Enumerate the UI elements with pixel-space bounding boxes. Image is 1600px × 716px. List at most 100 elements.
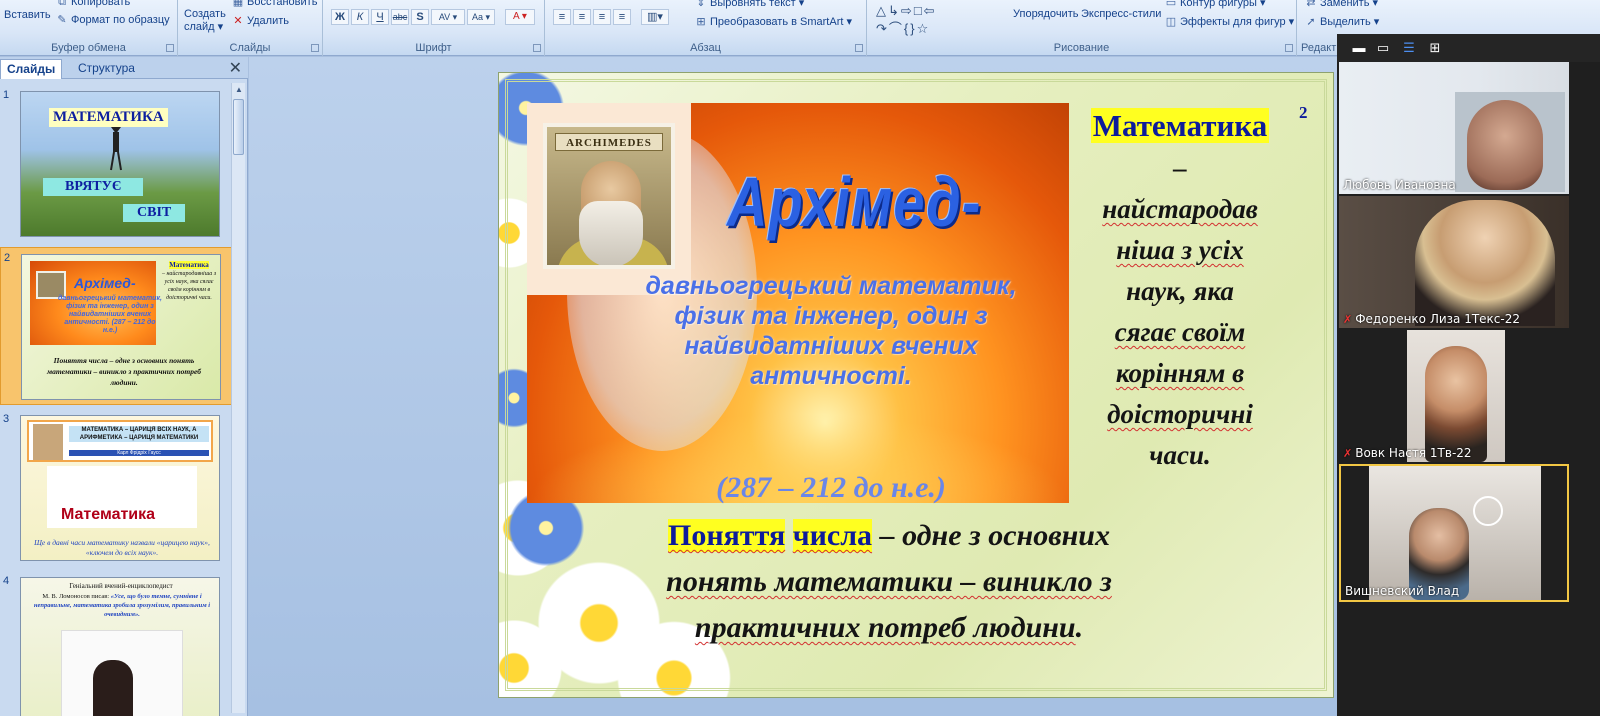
slides-pane: Слайды Структура ✕ 1 МАТЕМАТИКА ВРЯТУЄ С… — [0, 57, 248, 716]
archimedes-portrait: ARCHIMEDES — [543, 123, 675, 269]
clipboard-group: Вставить ⧉ Копировать ✎ Формат по образцу … — [0, 0, 178, 56]
concept-line: – одне з основних — [872, 519, 1110, 552]
align-text-button[interactable]: ⇕ Выровнять текст ▾ — [695, 0, 804, 9]
slide-number: 3 — [3, 413, 10, 425]
square-shape-icon[interactable]: □ — [914, 3, 924, 18]
definition-line: ніша з усіх — [1116, 235, 1244, 265]
restore-button[interactable]: ▦ Восстановить — [232, 0, 318, 8]
current-slide[interactable]: ARCHIMEDES Архімед- давньогрецький матем… — [498, 72, 1334, 698]
participant-tile-active[interactable]: Вишневский Влад — [1339, 464, 1569, 602]
shape-outline-button[interactable]: ▭ Контур фигуры ▾ — [1165, 0, 1266, 9]
pane-tabs: Слайды Структура ✕ — [0, 57, 248, 79]
triangle-shape-icon[interactable]: △ — [876, 3, 888, 18]
slide-thumbnail-2[interactable]: 2 Архімед- давньогрецький математик, фіз… — [0, 247, 232, 405]
italic-button[interactable]: К — [351, 9, 369, 25]
shapes-gallery[interactable]: △↳⇨□⇦ ↷⌒{}☆ — [876, 2, 1006, 38]
participant-video — [1415, 200, 1555, 326]
participant-name-text: Вовк Настя 1Тв-22 — [1355, 446, 1472, 460]
star-icon[interactable]: ☆ — [917, 21, 931, 36]
delete-button[interactable]: ✕ Удалить — [232, 15, 289, 27]
paragraph-group-label: Абзац — [690, 42, 721, 54]
format-painter-button[interactable]: ✎ Формат по образцу — [56, 14, 169, 26]
select-button[interactable]: ➚ Выделить ▾ — [1305, 15, 1379, 29]
underline-button[interactable]: Ч — [371, 9, 389, 25]
number-concept-text: Поняття числа – одне з основних понять м… — [569, 513, 1209, 651]
char-spacing-button[interactable]: AV ▾ — [431, 9, 465, 25]
arrange-button[interactable]: Упорядочить — [1013, 8, 1078, 20]
thumb-orange-box: Архімед- давньогрецький математик, фізик… — [30, 261, 162, 345]
definition-line: часи. — [1149, 440, 1211, 470]
participant-video-frame — [1369, 466, 1541, 600]
scrollbar-thumb[interactable] — [233, 99, 244, 155]
delete-icon: ✕ — [233, 15, 243, 27]
slide-number: 2 — [4, 252, 11, 264]
font-color-button[interactable]: A ▾ — [505, 9, 535, 25]
thumbnails-scrollbar[interactable]: ▲ — [231, 83, 245, 713]
arrow-shape-icon[interactable]: ↳ — [888, 3, 901, 18]
slides-launcher[interactable] — [311, 44, 319, 52]
speaker-view-icon[interactable]: ☰ — [1401, 40, 1417, 56]
align-left-button[interactable]: ≡ — [553, 9, 571, 25]
thumb-word: Математика — [61, 506, 156, 523]
slide-thumbnail-3[interactable]: 3 МАТЕМАТИКА – ЦАРИЦЯ ВСІХ НАУК, А АРИФМ… — [0, 409, 232, 567]
slide-thumbnail-1[interactable]: 1 МАТЕМАТИКА ВРЯТУЄ СВІТ — [0, 85, 232, 243]
strikethrough-button[interactable]: abc — [391, 9, 409, 25]
slide-thumbnail-4[interactable]: 4 Геніальний вчений-енциклопедист М. В. … — [0, 571, 232, 716]
effects-icon: ◫ — [1165, 15, 1177, 28]
change-case-button[interactable]: Aa ▾ — [467, 9, 495, 25]
justify-button[interactable]: ≡ — [613, 9, 631, 25]
thumb-subtitle: давньогрецький математик, фізик та інжен… — [58, 295, 162, 334]
scroll-up-icon[interactable]: ▲ — [232, 83, 246, 97]
drawing-group-label: Рисование — [1053, 42, 1110, 54]
arrow-left-icon[interactable]: ⇦ — [924, 3, 937, 18]
bold-button[interactable]: Ж — [331, 9, 349, 25]
gallery-view-icon[interactable]: ⊞ — [1427, 40, 1443, 56]
copy-button[interactable]: ⧉ Копировать — [56, 0, 130, 8]
smartart-button[interactable]: ⊞ Преобразовать в SmartArt ▾ — [695, 15, 852, 29]
font-launcher[interactable] — [533, 44, 541, 52]
participant-name-text: Федоренко Лиза 1Текс-22 — [1355, 312, 1520, 326]
drawing-launcher[interactable] — [1285, 44, 1293, 52]
align-center-button[interactable]: ≡ — [573, 9, 591, 25]
arrow-box-icon[interactable]: ⇨ — [901, 3, 914, 18]
new-slide-button[interactable]: Создать слайд ▾ — [184, 8, 232, 34]
definition-dash: – — [1173, 153, 1187, 183]
participant-tile[interactable]: ✗ Федоренко Лиза 1Текс-22 — [1339, 196, 1569, 328]
paste-button[interactable]: Вставить — [4, 9, 51, 21]
align-right-button[interactable]: ≡ — [593, 9, 611, 25]
font-group-label: Шрифт — [415, 42, 452, 54]
clipboard-launcher[interactable] — [166, 44, 174, 52]
participant-video — [1467, 100, 1543, 190]
participant-video-frame — [1407, 330, 1505, 462]
thumb-quote: М. В. Ломоносов писав: «Усе, що було тем… — [31, 592, 213, 619]
archimedes-dates: (287 – 212 до н.е.) — [716, 471, 946, 504]
thumbnail-view-icon[interactable]: ▭ — [1375, 40, 1391, 56]
thumb-right-head: Математика — [169, 261, 209, 269]
ceiling-lamp — [1473, 496, 1503, 526]
curve-icon[interactable]: ↷ — [876, 21, 889, 36]
participant-name-text: Любовь Ивановна — [1343, 178, 1456, 192]
shape-effects-button[interactable]: ◫ Эффекты для фигур ▾ — [1165, 15, 1294, 29]
arc-icon[interactable]: ⌒ — [889, 21, 904, 36]
paragraph-launcher[interactable] — [855, 44, 863, 52]
restore-label: Восстановить — [247, 0, 318, 8]
archimedes-description: давньогрецький математик, фізик та інжен… — [645, 272, 1017, 390]
thumb-bottom-text: Ще в давні часи математику назвали «цари… — [34, 538, 210, 557]
archimedes-picture: ARCHIMEDES Архімед- давньогрецький матем… — [527, 103, 1069, 504]
drawing-group: △↳⇨□⇦ ↷⌒{}☆ Упорядочить Экспресс-стили ▭… — [867, 0, 1297, 56]
arrange-label: Упорядочить — [1013, 8, 1079, 20]
columns-button[interactable]: ▥▾ — [641, 9, 669, 25]
minimize-icon[interactable]: ▬ — [1351, 40, 1367, 56]
paragraph-group: ≡ ≡ ≡ ≡ ▥▾ ⇕ Выровнять текст ▾ ⊞ Преобразо… — [545, 0, 867, 56]
shadow-button[interactable]: S — [411, 9, 429, 25]
definition-line: корінням в — [1115, 358, 1245, 388]
replace-button[interactable]: ⇄ Заменить ▾ — [1305, 0, 1378, 9]
quick-styles-button[interactable]: Экспресс-стили — [1081, 8, 1161, 20]
mathematics-heading: Математика — [1090, 108, 1270, 143]
tab-outline[interactable]: Структура — [72, 59, 141, 79]
thumb-right-text: Математика – найстародавніша з усіх наук,… — [160, 261, 218, 302]
participant-tile[interactable]: Любовь Ивановна — [1339, 62, 1569, 194]
close-pane-icon[interactable]: ✕ — [229, 58, 242, 78]
tab-slides[interactable]: Слайды — [0, 59, 63, 79]
participant-tile[interactable]: ✗ Вовк Настя 1Тв-22 — [1339, 330, 1569, 462]
